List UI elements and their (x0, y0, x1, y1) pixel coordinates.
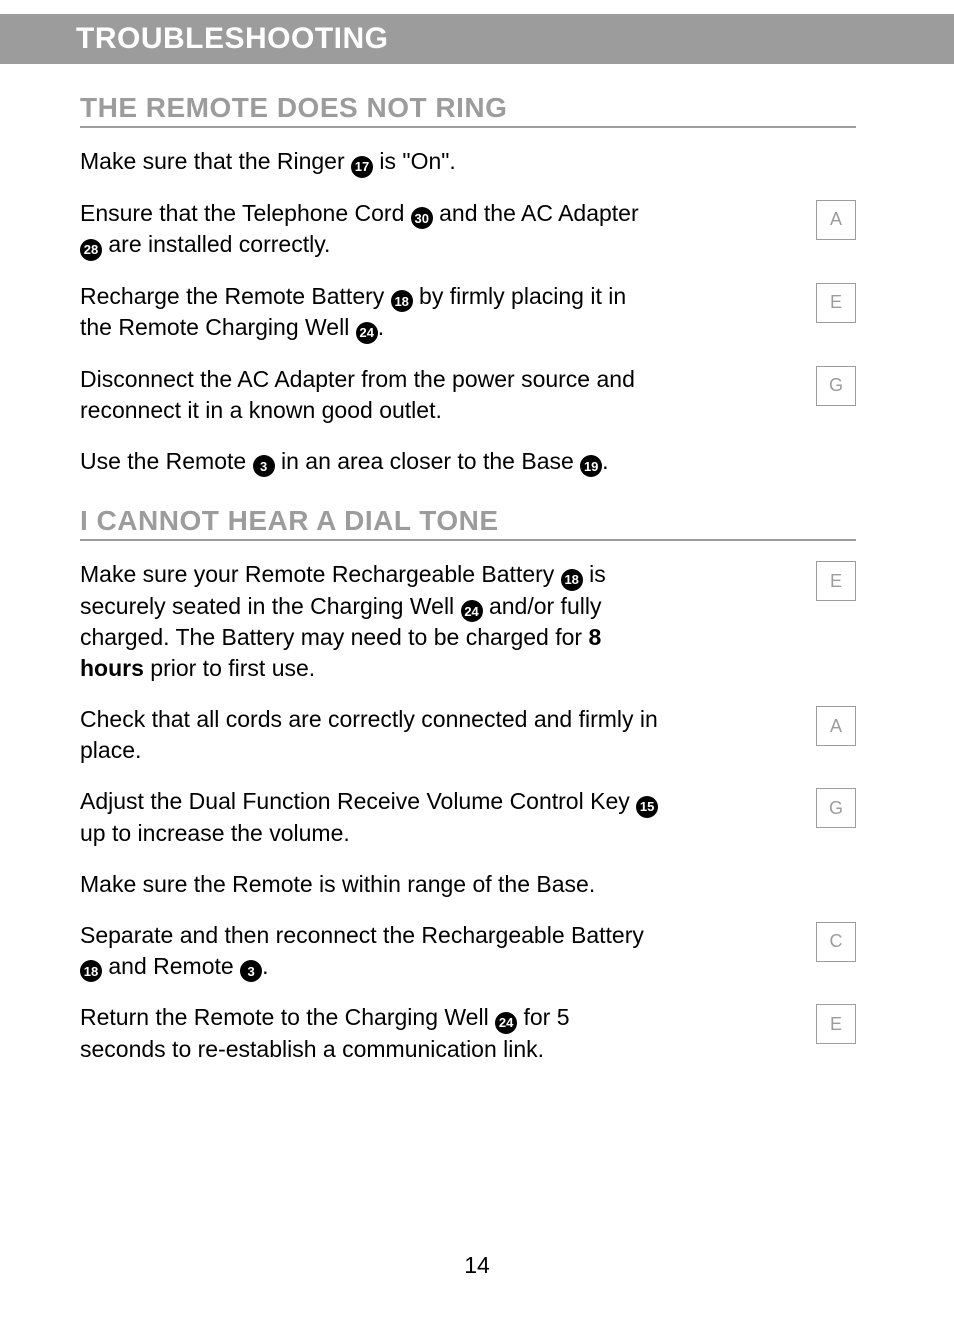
troubleshoot-text: Separate and then reconnect the Recharge… (80, 920, 660, 983)
troubleshoot-row: Make sure your Remote Rechargeable Batte… (80, 559, 856, 684)
bold-text: 8 hours (80, 624, 601, 681)
page-header: TROUBLESHOOTING (0, 14, 954, 64)
reference-box: E (816, 283, 856, 323)
troubleshoot-text: Adjust the Dual Function Receive Volume … (80, 786, 660, 849)
troubleshoot-row: Use the Remote 3 in an area closer to th… (80, 446, 856, 478)
troubleshoot-text: Recharge the Remote Battery 18 by firmly… (80, 281, 660, 344)
reference-number-icon: 18 (80, 960, 102, 982)
troubleshoot-text: Make sure your Remote Rechargeable Batte… (80, 559, 660, 684)
troubleshoot-text: Ensure that the Telephone Cord 30 and th… (80, 198, 660, 261)
reference-box: G (816, 788, 856, 828)
reference-number-icon: 3 (253, 455, 275, 477)
reference-box: G (816, 366, 856, 406)
troubleshoot-text: Return the Remote to the Charging Well 2… (80, 1002, 660, 1065)
troubleshoot-row: Separate and then reconnect the Recharge… (80, 920, 856, 983)
reference-number-icon: 24 (495, 1012, 517, 1034)
section-heading: I CANNOT HEAR A DIAL TONE (80, 505, 856, 541)
reference-number-icon: 17 (351, 156, 373, 178)
troubleshoot-row: Check that all cords are correctly conne… (80, 704, 856, 766)
troubleshoot-row: Ensure that the Telephone Cord 30 and th… (80, 198, 856, 261)
reference-number-icon: 18 (561, 569, 583, 591)
reference-box: C (816, 922, 856, 962)
reference-number-icon: 30 (411, 207, 433, 229)
reference-box: A (816, 200, 856, 240)
troubleshoot-row: Make sure the Remote is within range of … (80, 869, 856, 900)
troubleshoot-text: Use the Remote 3 in an area closer to th… (80, 446, 609, 478)
troubleshoot-row: Adjust the Dual Function Receive Volume … (80, 786, 856, 849)
troubleshoot-text: Make sure that the Ringer 17 is "On". (80, 146, 456, 178)
reference-number-icon: 24 (461, 600, 483, 622)
content-area: THE REMOTE DOES NOT RING Make sure that t… (0, 92, 954, 1065)
page-number: 14 (0, 1252, 954, 1279)
reference-box: E (816, 1004, 856, 1044)
reference-number-icon: 28 (80, 239, 102, 261)
troubleshoot-row: Make sure that the Ringer 17 is "On". (80, 146, 856, 178)
troubleshoot-row: Return the Remote to the Charging Well 2… (80, 1002, 856, 1065)
troubleshoot-text: Make sure the Remote is within range of … (80, 869, 595, 900)
reference-box: E (816, 561, 856, 601)
troubleshoot-row: Recharge the Remote Battery 18 by firmly… (80, 281, 856, 344)
troubleshoot-text: Check that all cords are correctly conne… (80, 704, 660, 766)
reference-number-icon: 19 (580, 455, 602, 477)
section-heading: THE REMOTE DOES NOT RING (80, 92, 856, 128)
reference-number-icon: 18 (391, 290, 413, 312)
reference-number-icon: 3 (240, 960, 262, 982)
reference-number-icon: 24 (356, 322, 378, 344)
troubleshoot-text: Disconnect the AC Adapter from the power… (80, 364, 660, 426)
reference-box: A (816, 706, 856, 746)
reference-number-icon: 15 (636, 796, 658, 818)
troubleshoot-row: Disconnect the AC Adapter from the power… (80, 364, 856, 426)
